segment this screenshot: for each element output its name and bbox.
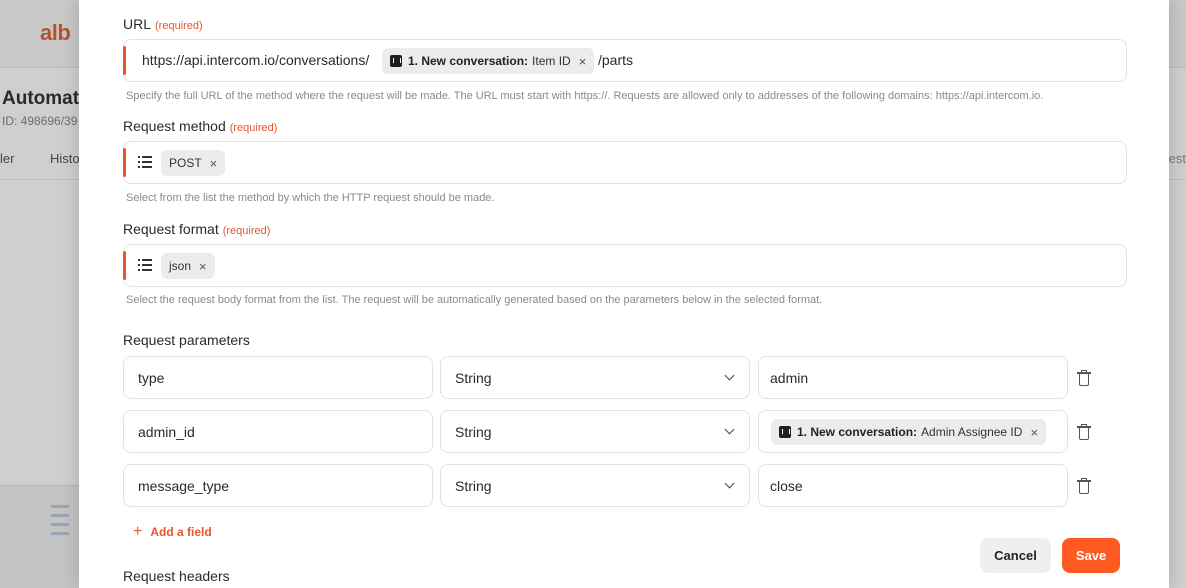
remove-chip-icon[interactable]: × <box>199 259 207 274</box>
automation-title: Automati <box>2 88 85 109</box>
menu-icon <box>51 505 69 541</box>
intercom-icon <box>390 55 402 67</box>
list-icon <box>138 156 152 168</box>
remove-chip-icon[interactable]: × <box>1030 425 1038 440</box>
chevron-down-icon <box>724 370 735 381</box>
param-name-input[interactable]: admin_id <box>123 410 433 453</box>
list-icon <box>138 259 152 271</box>
format-select[interactable]: json × <box>123 244 1127 287</box>
save-button[interactable]: Save <box>1062 538 1120 573</box>
add-field-button[interactable]: + Add a field <box>133 523 212 541</box>
automation-id: ID: 498696/39 <box>2 114 78 128</box>
tab-builder[interactable]: ler <box>0 151 14 166</box>
param-name-input[interactable]: message_type <box>123 464 433 507</box>
method-label: Request method (required) <box>123 118 278 134</box>
method-hint: Select from the list the method by which… <box>126 192 495 204</box>
format-label: Request format (required) <box>123 221 271 237</box>
required-marker: (required) <box>229 122 278 134</box>
params-label: Request parameters <box>123 332 250 348</box>
method-select[interactable]: POST × <box>123 141 1127 184</box>
app-logo: alb <box>40 20 71 45</box>
tab-history[interactable]: Histo <box>50 151 80 166</box>
intercom-icon <box>779 426 791 438</box>
param-value-input[interactable]: admin <box>758 356 1068 399</box>
remove-chip-icon[interactable]: × <box>579 54 587 69</box>
param-type-select[interactable]: String <box>440 410 750 453</box>
method-chip[interactable]: POST × <box>161 150 226 176</box>
param-value-input[interactable]: close <box>758 464 1068 507</box>
format-hint: Select the request body format from the … <box>126 294 823 306</box>
trash-icon[interactable] <box>1077 370 1091 386</box>
required-marker: (required) <box>222 225 271 237</box>
remove-chip-icon[interactable]: × <box>210 156 218 171</box>
plus-icon: + <box>133 523 143 540</box>
param-value-input[interactable]: 1. New conversation: Admin Assignee ID × <box>758 410 1068 453</box>
url-hint: Specify the full URL of the method where… <box>126 90 1044 102</box>
param-type-select[interactable]: String <box>440 464 750 507</box>
param-name-input[interactable]: type <box>123 356 433 399</box>
url-prefix: https://api.intercom.io/conversations/ <box>142 52 370 68</box>
url-label: URL (required) <box>123 16 203 32</box>
tab-right[interactable]: est <box>1169 151 1186 166</box>
required-marker: (required) <box>155 20 203 32</box>
url-variable-chip[interactable]: 1. New conversation: Item ID × <box>382 48 595 74</box>
format-chip[interactable]: json × <box>161 253 215 279</box>
url-input[interactable]: https://api.intercom.io/conversations/ 1… <box>123 39 1127 82</box>
admin-id-variable-chip[interactable]: 1. New conversation: Admin Assignee ID × <box>771 419 1047 445</box>
trash-icon[interactable] <box>1077 478 1091 494</box>
cancel-button[interactable]: Cancel <box>980 538 1051 573</box>
param-type-select[interactable]: String <box>440 356 750 399</box>
url-suffix: /parts <box>598 52 634 68</box>
http-request-modal: URL (required) https://api.intercom.io/co… <box>79 0 1169 588</box>
chevron-down-icon <box>724 478 735 489</box>
trash-icon[interactable] <box>1077 424 1091 440</box>
headers-label: Request headers <box>123 568 230 584</box>
chevron-down-icon <box>724 424 735 435</box>
